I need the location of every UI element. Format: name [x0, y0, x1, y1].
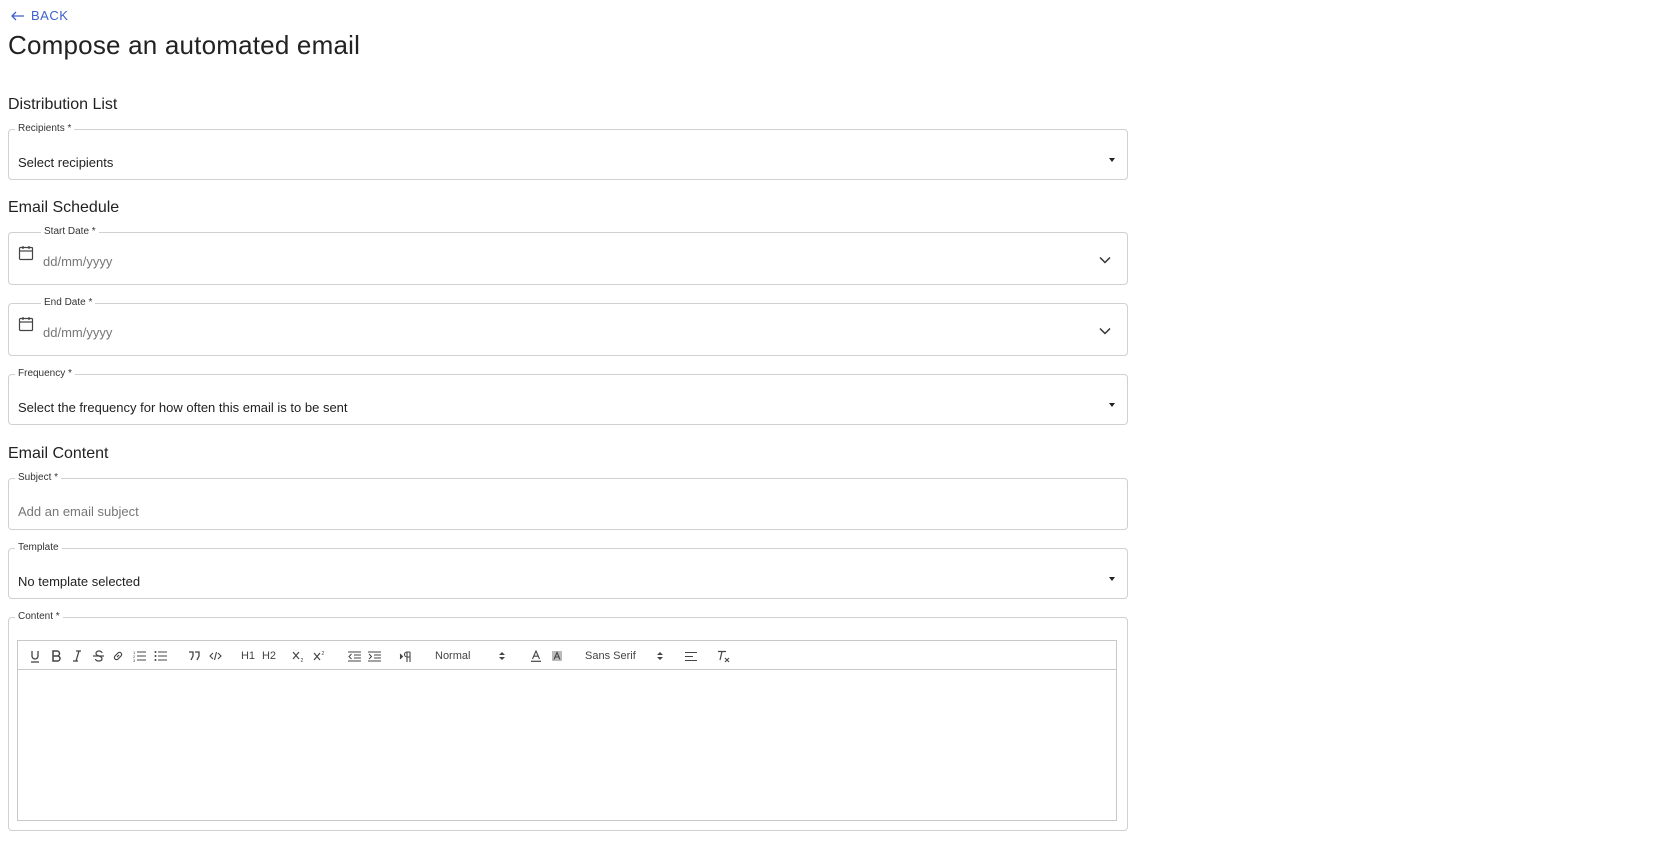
- start-date-field[interactable]: Start Date * dd/mm/yyyy: [8, 227, 1128, 285]
- chevron-down-icon[interactable]: [1099, 322, 1111, 340]
- underline-icon[interactable]: [28, 648, 42, 664]
- subscript-icon[interactable]: 2: [291, 648, 305, 664]
- frequency-value: Select the frequency for how often this …: [18, 400, 348, 415]
- editor-toolbar: 123 H1 H2 2 2 Normal Sans Serif: [17, 640, 1117, 670]
- caret-down-icon: [1109, 577, 1115, 581]
- calendar-icon[interactable]: [18, 316, 34, 337]
- up-down-caret-icon: [657, 651, 663, 661]
- superscript-icon[interactable]: 2: [312, 648, 326, 664]
- subject-field[interactable]: Subject * Add an email subject: [8, 473, 1128, 530]
- template-value: No template selected: [18, 574, 141, 589]
- strikethrough-icon[interactable]: [91, 648, 105, 664]
- section-email-content: Email Content: [8, 445, 109, 462]
- italic-icon[interactable]: [70, 648, 84, 664]
- back-link[interactable]: BACK: [11, 8, 68, 23]
- end-date-input[interactable]: dd/mm/yyyy: [43, 325, 112, 340]
- up-down-caret-icon: [499, 651, 505, 661]
- back-label: BACK: [31, 8, 69, 23]
- calendar-icon[interactable]: [18, 245, 34, 266]
- frequency-label: Frequency *: [18, 368, 72, 379]
- text-color-icon[interactable]: [529, 648, 543, 664]
- recipients-select[interactable]: Recipients * Select recipients: [8, 124, 1128, 180]
- svg-text:3: 3: [133, 658, 136, 662]
- text-direction-icon[interactable]: [398, 648, 412, 664]
- chevron-down-icon[interactable]: [1099, 251, 1111, 269]
- clear-formatting-icon[interactable]: [717, 648, 731, 664]
- start-date-label: Start Date *: [44, 226, 96, 237]
- link-icon[interactable]: [111, 648, 125, 664]
- code-block-icon[interactable]: [208, 648, 222, 664]
- heading1-button[interactable]: H1: [240, 648, 256, 664]
- align-icon[interactable]: [684, 648, 698, 664]
- section-distribution-list: Distribution List: [8, 96, 118, 113]
- subject-input[interactable]: Add an email subject: [18, 504, 139, 519]
- caret-down-icon: [1109, 158, 1115, 162]
- content-label: Content *: [18, 611, 60, 622]
- template-select[interactable]: Template No template selected: [8, 543, 1128, 599]
- header-size-value: Normal: [435, 650, 471, 662]
- content-field: Content * 123 H1 H2 2 2 Normal Sans Seri…: [8, 612, 1128, 831]
- svg-text:2: 2: [300, 658, 303, 662]
- indent-icon[interactable]: [367, 648, 381, 664]
- heading2-button[interactable]: H2: [261, 648, 277, 664]
- end-date-label: End Date *: [44, 297, 93, 308]
- ordered-list-icon[interactable]: 123: [132, 648, 146, 664]
- subject-label: Subject *: [18, 472, 59, 483]
- template-label: Template: [18, 542, 59, 553]
- bold-icon[interactable]: [49, 648, 63, 664]
- section-email-schedule: Email Schedule: [8, 199, 120, 216]
- header-size-select[interactable]: Normal: [435, 648, 505, 664]
- font-family-select[interactable]: Sans Serif: [585, 648, 663, 664]
- background-color-icon[interactable]: [550, 648, 564, 664]
- recipients-value: Select recipients: [18, 155, 114, 170]
- content-editor[interactable]: [17, 669, 1117, 821]
- blockquote-icon[interactable]: [187, 648, 201, 664]
- svg-text:2: 2: [321, 651, 324, 657]
- bullet-list-icon[interactable]: [153, 648, 167, 664]
- caret-down-icon: [1109, 403, 1115, 407]
- recipients-label: Recipients *: [18, 123, 72, 134]
- page-title: Compose an automated email: [8, 30, 361, 60]
- font-family-value: Sans Serif: [585, 650, 636, 662]
- frequency-select[interactable]: Frequency * Select the frequency for how…: [8, 369, 1128, 425]
- end-date-field[interactable]: End Date * dd/mm/yyyy: [8, 298, 1128, 356]
- start-date-input[interactable]: dd/mm/yyyy: [43, 254, 112, 269]
- arrow-left-icon: [11, 11, 25, 21]
- outdent-icon[interactable]: [347, 648, 361, 664]
